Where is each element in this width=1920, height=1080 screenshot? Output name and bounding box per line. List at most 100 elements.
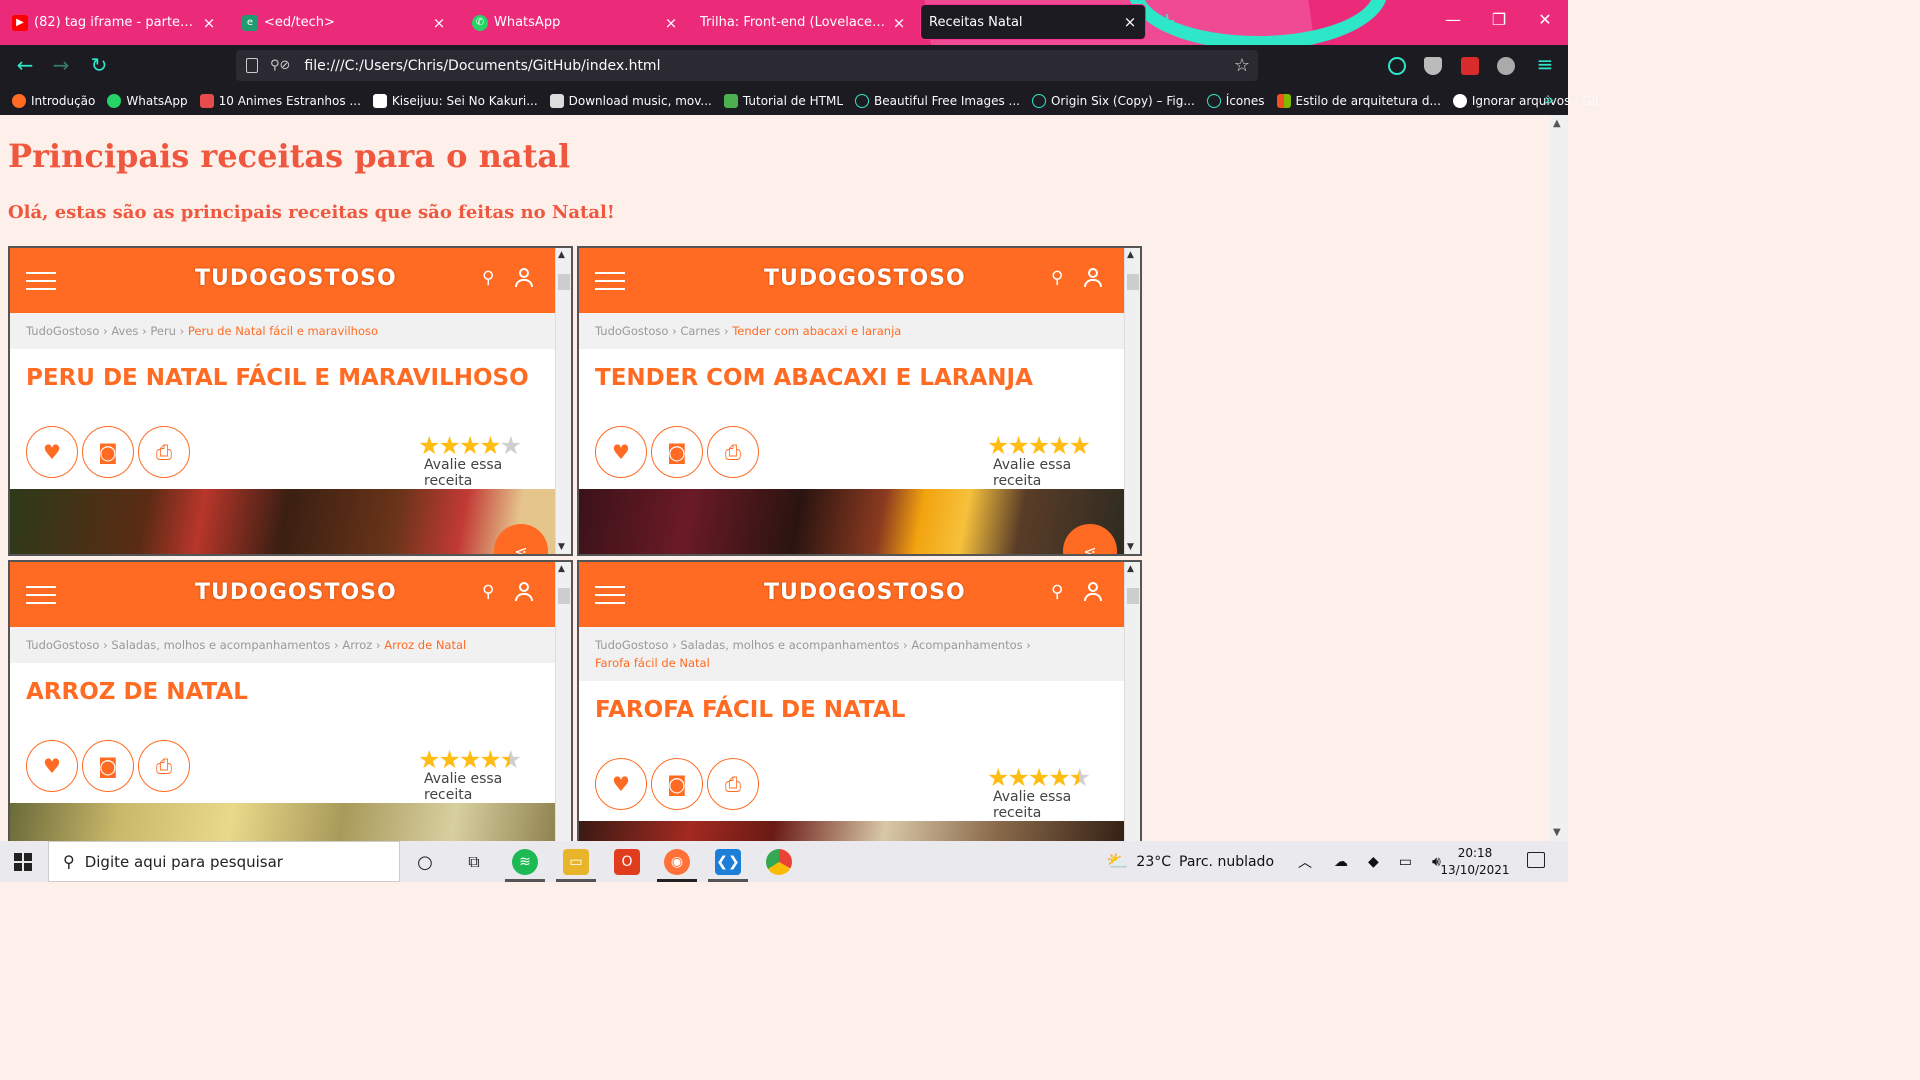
breadcrumb-link[interactable]: Carnes (680, 324, 720, 338)
recipe-iframe[interactable]: TUDOGOSTOSO ⚲ TudoGostoso › Carnes › Ten… (577, 246, 1142, 556)
breadcrumb-link[interactable]: Acompanhamentos (911, 638, 1022, 652)
iframe-scrollbar[interactable]: ▲ (1124, 562, 1140, 841)
search-icon[interactable]: ⚲ (1051, 582, 1063, 602)
recipe-iframe[interactable]: TUDOGOSTOSO ⚲ TudoGostoso › Saladas, mol… (8, 560, 573, 841)
favorite-heart-icon[interactable]: ♥ (26, 740, 78, 792)
onedrive-icon[interactable]: ☁ (1334, 854, 1348, 870)
tudogostoso-logo[interactable]: TUDOGOSTOSO (764, 266, 966, 291)
breadcrumb-link[interactable]: TudoGostoso (26, 324, 99, 338)
breadcrumb-link[interactable]: Saladas, molhos e acompanhamentos (111, 638, 330, 652)
breadcrumb-link[interactable]: TudoGostoso (595, 638, 668, 652)
new-tab-button[interactable]: + (1158, 9, 1176, 34)
user-icon[interactable] (1084, 268, 1102, 288)
tab-edtech[interactable]: e <ed/tech> × (234, 0, 454, 45)
cortana-icon[interactable]: ○ (412, 849, 438, 875)
star-rating[interactable]: ★★★★★ (987, 763, 1091, 792)
shield-icon[interactable] (1424, 57, 1442, 75)
breadcrumb-link[interactable]: Saladas, molhos e acompanhamentos (680, 638, 899, 652)
bookmarks-overflow-icon[interactable]: » (1544, 90, 1554, 109)
close-tab-icon[interactable]: × (892, 14, 906, 32)
windows-start-icon[interactable] (14, 853, 32, 871)
page-scrollbar[interactable]: ▲ ▼ (1550, 115, 1568, 841)
weather-temp[interactable]: 23°C (1136, 854, 1171, 870)
print-icon[interactable]: ⎙ (707, 758, 759, 810)
battery-icon[interactable]: ▭ (1399, 854, 1412, 870)
search-icon[interactable]: ⚲ (482, 582, 494, 602)
bookmark-item[interactable]: Tutorial de HTML (723, 94, 843, 108)
user-icon[interactable] (515, 582, 533, 602)
address-text[interactable]: file:///C:/Users/Chris/Documents/GitHub/… (304, 58, 660, 74)
bookmark-item[interactable]: WhatsApp (107, 94, 188, 108)
account-icon[interactable] (1497, 57, 1515, 75)
bookmark-item[interactable]: Origin Six (Copy) – Fig... (1031, 94, 1195, 108)
file-explorer-icon[interactable]: ▭ (563, 849, 589, 875)
rate-recipe-label[interactable]: Avalie essa receita (424, 457, 555, 489)
star-rating[interactable]: ★★★★★ (418, 431, 522, 460)
notifications-icon[interactable] (1527, 852, 1545, 868)
recipe-iframe[interactable]: TUDOGOSTOSO ⚲ TudoGostoso › Aves › Peru … (8, 246, 573, 556)
bookmark-item[interactable]: Estilo de arquitetura d... (1276, 94, 1441, 108)
chevron-up-icon[interactable]: ︿ (1298, 852, 1312, 872)
close-tab-icon[interactable]: × (202, 14, 216, 32)
iframe-scrollbar[interactable]: ▲ (555, 562, 571, 841)
favorite-heart-icon[interactable]: ♥ (595, 426, 647, 478)
weather-description[interactable]: Parc. nublado (1179, 854, 1274, 870)
tab-youtube[interactable]: ▶ (82) tag iframe - parte 1 - Curso × (4, 0, 224, 45)
close-tab-icon[interactable]: × (432, 14, 446, 32)
close-tab-icon[interactable]: × (1123, 13, 1137, 31)
user-icon[interactable] (1084, 582, 1102, 602)
tab-receitas-natal[interactable]: Receitas Natal × (920, 4, 1146, 40)
weather-cloud-icon[interactable]: ⛅ (1106, 851, 1128, 872)
add-photo-icon[interactable]: ◙ (82, 740, 134, 792)
spotify-icon[interactable]: ≋ (512, 849, 538, 875)
hamburger-menu-icon[interactable] (595, 272, 625, 296)
add-photo-icon[interactable]: ◙ (651, 758, 703, 810)
rate-recipe-label[interactable]: Avalie essa receita (424, 771, 555, 803)
close-tab-icon[interactable]: × (664, 14, 678, 32)
rate-recipe-label[interactable]: Avalie essa receita (993, 457, 1124, 489)
star-rating[interactable]: ★★★★★ (987, 431, 1091, 460)
firefox-icon[interactable]: ◉ (664, 849, 690, 875)
vscode-icon[interactable]: ❮❯ (715, 849, 741, 875)
minimize-icon[interactable]: — (1438, 10, 1468, 29)
favorite-heart-icon[interactable]: ♥ (595, 758, 647, 810)
bookmark-item[interactable]: Introdução (12, 94, 95, 108)
pocket-icon[interactable] (1388, 57, 1406, 75)
star-rating[interactable]: ★★★★★ (418, 745, 522, 774)
clock[interactable]: 20:18 13/10/2021 (1440, 845, 1510, 879)
rate-recipe-label[interactable]: Avalie essa receita (993, 789, 1124, 821)
back-icon[interactable]: ← (12, 53, 38, 77)
hamburger-menu-icon[interactable] (26, 272, 56, 296)
breadcrumb-link[interactable]: TudoGostoso (595, 324, 668, 338)
share-icon[interactable]: ⋖ (1063, 524, 1117, 554)
user-icon[interactable] (515, 268, 533, 288)
permissions-icon[interactable]: ⚲⊘ (270, 58, 290, 73)
bookmark-item[interactable]: 10 Animes Estranhos ... (199, 94, 361, 108)
tab-whatsapp[interactable]: ✆ WhatsApp × (464, 0, 686, 45)
breadcrumb-link[interactable]: Aves (111, 324, 138, 338)
task-view-icon[interactable]: ⧉ (461, 849, 487, 875)
print-icon[interactable]: ⎙ (138, 426, 190, 478)
search-icon[interactable]: ⚲ (1051, 268, 1063, 288)
recipe-iframe[interactable]: TUDOGOSTOSO ⚲ TudoGostoso › Saladas, mol… (577, 560, 1142, 841)
iframe-scrollbar[interactable]: ▲ ▼ (555, 248, 571, 554)
bookmark-item[interactable]: Download music, mov... (549, 94, 712, 108)
forward-icon[interactable]: → (48, 53, 74, 77)
dropbox-icon[interactable]: ◆ (1368, 854, 1379, 870)
hamburger-menu-icon[interactable] (595, 586, 625, 610)
menu-icon[interactable]: ≡ (1532, 52, 1558, 76)
print-icon[interactable]: ⎙ (138, 740, 190, 792)
bookmark-item[interactable]: Kiseijuu: Sei No Kakuri... (372, 94, 538, 108)
bookmark-item[interactable]: Ícones (1206, 94, 1265, 108)
favorite-heart-icon[interactable]: ♥ (26, 426, 78, 478)
tudogostoso-logo[interactable]: TUDOGOSTOSO (764, 580, 966, 605)
breadcrumb-link[interactable]: TudoGostoso (26, 638, 99, 652)
print-icon[interactable]: ⎙ (707, 426, 759, 478)
add-photo-icon[interactable]: ◙ (651, 426, 703, 478)
bookmark-star-icon[interactable]: ☆ (1234, 55, 1250, 76)
chrome-icon[interactable] (766, 849, 792, 875)
share-icon[interactable]: ⋖ (494, 524, 548, 554)
close-window-icon[interactable]: ✕ (1530, 10, 1560, 29)
office-icon[interactable]: O (614, 849, 640, 875)
restore-icon[interactable]: ❐ (1484, 10, 1514, 29)
